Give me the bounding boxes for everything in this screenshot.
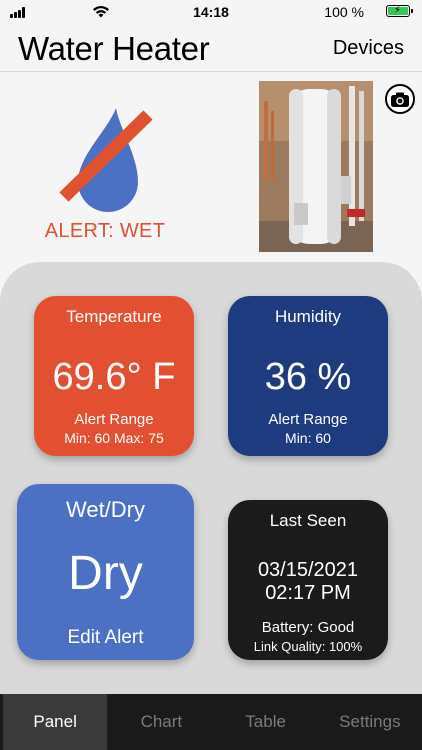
battery-icon: ⚡ — [386, 5, 413, 17]
wetdry-value: Dry — [68, 547, 143, 600]
link-quality: Link Quality: 100% — [253, 639, 363, 654]
last-seen-tile: Last Seen 03/15/2021 02:17 PM Battery: G… — [228, 500, 388, 660]
wetdry-title: Wet/Dry — [65, 497, 146, 522]
tab-bar: Panel Chart Table Settings — [0, 694, 422, 750]
battery-percent: 100 % — [324, 4, 364, 20]
nav-header: Water Heater Devices — [0, 24, 422, 72]
temperature-range: Min: 60 Max: 75 — [64, 430, 164, 446]
humidity-title: Humidity — [274, 307, 342, 326]
last-seen-date: 03/15/2021 — [257, 559, 359, 581]
tab-chart[interactable]: Chart — [109, 694, 213, 750]
wetdry-tile[interactable]: Wet/Dry Dry Edit Alert — [17, 484, 194, 660]
humidity-tile[interactable]: Humidity 36 % Alert Range Min: 60 — [228, 296, 388, 456]
temperature-range-label: Alert Range — [74, 411, 154, 428]
alert-status: ALERT: WET — [44, 220, 166, 242]
tab-table[interactable]: Table — [214, 694, 318, 750]
temperature-tile[interactable]: Temperature 69.6° F Alert Range Min: 60 … — [34, 296, 194, 456]
status-bar: 14:18 100 % ⚡ — [0, 0, 422, 24]
humidity-range: Min: 60 — [285, 430, 331, 446]
temperature-value: 69.6° F — [52, 356, 176, 398]
humidity-value: 36 % — [264, 356, 352, 398]
tab-panel[interactable]: Panel — [3, 694, 108, 750]
tab-settings[interactable]: Settings — [318, 694, 422, 750]
camera-icon[interactable] — [385, 84, 415, 114]
devices-button[interactable]: Devices — [333, 37, 404, 60]
device-photo — [259, 81, 373, 252]
battery-status: Battery: Good — [261, 619, 355, 636]
edit-alert-button[interactable]: Edit Alert — [17, 627, 194, 649]
page-title: Water Heater — [18, 30, 210, 67]
last-seen-time: 02:17 PM — [265, 582, 351, 604]
temperature-title: Temperature — [66, 307, 162, 326]
humidity-range-label: Alert Range — [268, 411, 348, 428]
water-drop-crossed-icon — [56, 100, 160, 220]
last-seen-title: Last Seen — [269, 511, 347, 530]
